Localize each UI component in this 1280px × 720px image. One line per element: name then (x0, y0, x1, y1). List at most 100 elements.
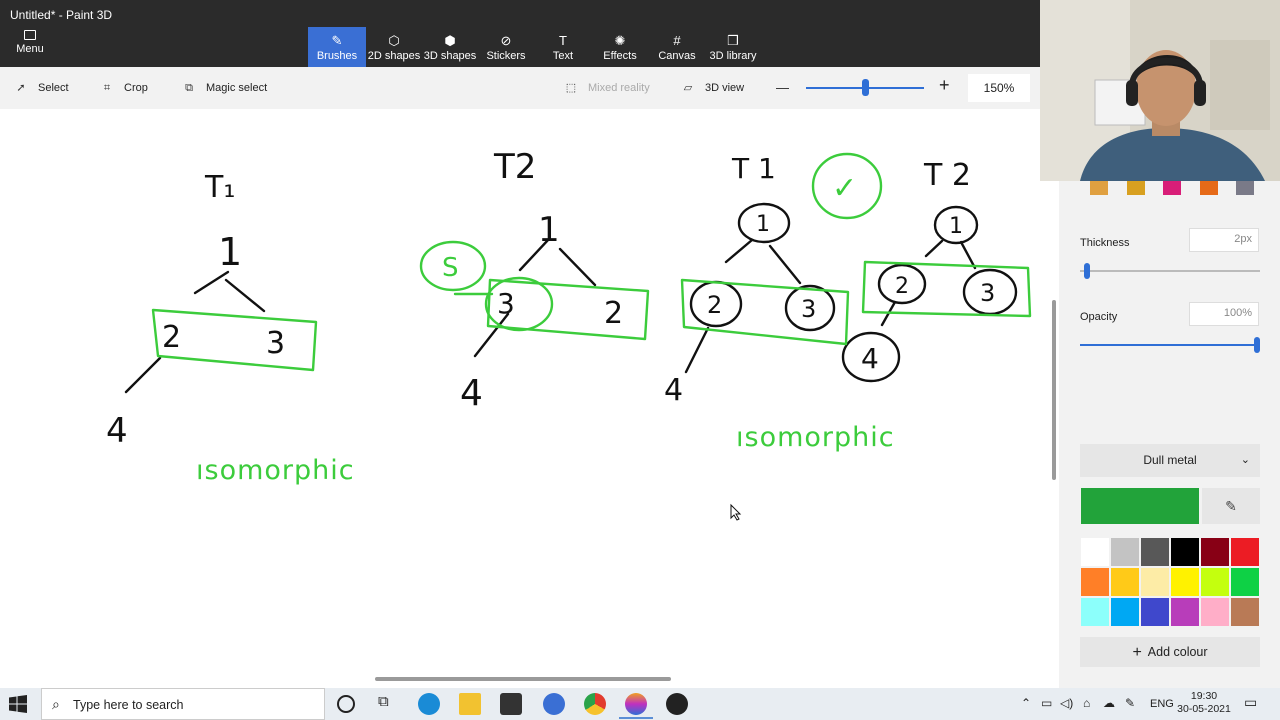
mixed-reality-button[interactable]: ⬚ Mixed reality (564, 79, 650, 97)
brush-swatch[interactable] (1163, 181, 1181, 195)
edge (193, 270, 230, 295)
tool-brushes[interactable]: ✎ Brushes (308, 27, 366, 67)
store-icon[interactable] (500, 693, 522, 715)
palette-swatch[interactable] (1140, 537, 1170, 567)
zoom-in-button[interactable]: + (939, 76, 950, 94)
zoom-out-button[interactable]: — (776, 79, 789, 97)
thickness-slider-track[interactable] (1080, 270, 1260, 272)
palette-swatch[interactable] (1110, 567, 1140, 597)
add-colour-button[interactable]: + Add colour (1080, 637, 1260, 667)
palette-swatch[interactable] (1230, 537, 1260, 567)
swap-circle (484, 276, 554, 332)
horizontal-scrollbar[interactable] (375, 677, 671, 681)
eyedropper-icon[interactable]: ✎ (1202, 488, 1260, 524)
3d-library-icon: ❒ (727, 33, 739, 48)
palette-swatch[interactable] (1080, 597, 1110, 627)
palette-swatch[interactable] (1230, 597, 1260, 627)
edge (124, 356, 162, 394)
magic-select-button[interactable]: ⧉ Magic select (182, 79, 267, 97)
zoom-slider-thumb[interactable] (862, 79, 869, 96)
menu-button[interactable]: Menu (10, 30, 50, 62)
tool-canvas[interactable]: # Canvas (648, 27, 706, 67)
battery-icon[interactable]: ▭ (1041, 696, 1052, 710)
tree-title: T₁ (204, 170, 235, 205)
taskbar-search[interactable]: ⌕ Type here to search (41, 688, 325, 720)
tool-2d-shapes[interactable]: ⬡ 2D shapes (365, 27, 423, 67)
cortana-icon[interactable] (337, 695, 355, 713)
network-icon[interactable]: ⌂ (1083, 696, 1090, 710)
node-label: 1 (218, 230, 242, 274)
thickness-slider-thumb[interactable] (1083, 263, 1090, 279)
volume-icon[interactable]: ◁) (1060, 696, 1073, 710)
tool-3d-library[interactable]: ❒ 3D library (704, 27, 762, 67)
palette-swatch[interactable] (1080, 537, 1110, 567)
thickness-field[interactable]: 2px (1189, 228, 1259, 252)
text-icon: T (559, 33, 567, 48)
crop-button[interactable]: ⌗ Crop (100, 79, 148, 97)
vertical-scrollbar[interactable] (1052, 300, 1056, 480)
node-label: 2 (895, 274, 909, 299)
clock[interactable]: 19:30 30-05-2021 (1174, 690, 1234, 716)
chevron-up-icon[interactable]: ⌃ (1021, 696, 1031, 710)
cloud-icon[interactable]: ☁ (1103, 696, 1115, 710)
task-view-icon[interactable]: ⧉ (378, 693, 389, 710)
thickness-label: Thickness (1080, 237, 1130, 249)
node-label: 2 (604, 296, 623, 331)
node-label: 3 (266, 326, 285, 361)
cursor-icon: ➚ (16, 82, 26, 94)
node-label: 4 (664, 373, 683, 408)
brush-swatch[interactable] (1200, 181, 1218, 195)
palette-swatch[interactable] (1170, 537, 1200, 567)
crop-icon: ⌗ (103, 82, 111, 94)
search-placeholder: Type here to search (73, 698, 184, 712)
node-label: 4 (106, 411, 128, 451)
edge-icon[interactable] (418, 693, 440, 715)
select-button[interactable]: ➚ Select (14, 79, 68, 97)
windows-start-icon[interactable] (8, 695, 28, 713)
palette-swatch[interactable] (1200, 537, 1230, 567)
opacity-field[interactable]: 100% (1189, 302, 1259, 326)
tool-label: 2D shapes (367, 50, 421, 62)
brush-swatch[interactable] (1127, 181, 1145, 195)
chevron-down-icon: ⌄ (1240, 454, 1250, 466)
palette-swatch[interactable] (1140, 567, 1170, 597)
file-explorer-icon[interactable] (459, 693, 481, 715)
drawing-canvas[interactable]: T₁ 1 2 3 4 T2 1 3 2 4 T 1 T 2 1 2 3 4 1 … (0, 109, 1057, 688)
palette-swatch[interactable] (1200, 597, 1230, 627)
opacity-slider-track[interactable] (1080, 344, 1260, 346)
current-colour-swatch[interactable] (1081, 488, 1199, 524)
palette-swatch[interactable] (1140, 597, 1170, 627)
brush-swatch[interactable] (1236, 181, 1254, 195)
menu-label: Menu (16, 43, 44, 55)
tool-text[interactable]: T Text (534, 27, 592, 67)
palette-swatch[interactable] (1110, 537, 1140, 567)
notifications-icon[interactable]: ▭ (1244, 694, 1257, 711)
app-c-icon[interactable] (543, 693, 565, 715)
obs-icon[interactable] (666, 693, 688, 715)
check-mark: ✓ (832, 171, 857, 206)
node-label: 1 (756, 212, 770, 237)
edge (959, 240, 977, 270)
pen-icon[interactable]: ✎ (1125, 696, 1135, 710)
palette-swatch[interactable] (1110, 597, 1140, 627)
presenter-image (1040, 0, 1280, 181)
tool-stickers[interactable]: ⊘ Stickers (477, 27, 535, 67)
paint3d-taskbar-icon[interactable] (619, 693, 653, 719)
material-dropdown[interactable]: Dull metal ⌄ (1080, 444, 1260, 477)
stickers-icon: ⊘ (500, 33, 512, 48)
tool-effects[interactable]: ✺ Effects (591, 27, 649, 67)
opacity-label: Opacity (1080, 311, 1118, 323)
palette-swatch[interactable] (1200, 567, 1230, 597)
palette-swatch[interactable] (1230, 567, 1260, 597)
window-title: Untitled* - Paint 3D (10, 8, 113, 22)
palette-swatch[interactable] (1170, 567, 1200, 597)
opacity-slider-thumb[interactable] (1254, 337, 1260, 353)
3d-view-button[interactable]: ▱ 3D view (681, 79, 744, 97)
palette-swatch[interactable] (1080, 567, 1110, 597)
language-indicator[interactable]: ENG (1150, 698, 1174, 710)
palette-swatch[interactable] (1170, 597, 1200, 627)
brush-swatch[interactable] (1090, 181, 1108, 195)
zoom-value[interactable]: 150% (968, 74, 1030, 102)
tool-3d-shapes[interactable]: ⬢ 3D shapes (421, 27, 479, 67)
chrome-icon[interactable] (584, 693, 606, 715)
